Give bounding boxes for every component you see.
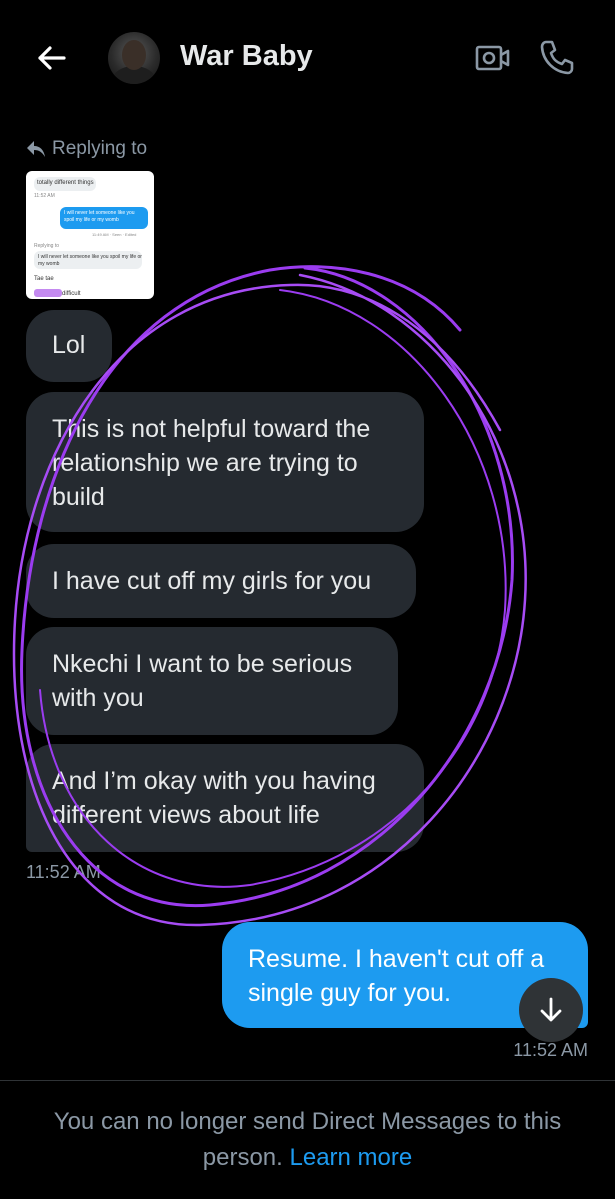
thumb-time1: 11:52 AM <box>34 193 55 199</box>
thumb-tae: Tae tae <box>34 276 54 282</box>
thumb-line1: totally different things <box>37 180 94 186</box>
replied-message-thumbnail[interactable]: totally different things 11:52 AM I will… <box>26 171 154 299</box>
learn-more-link[interactable]: Learn more <box>290 1144 413 1171</box>
arrow-left-icon <box>38 46 66 70</box>
message-timestamp: 11:52 AM <box>26 862 101 882</box>
message-bubble[interactable]: I have cut off my girls for you <box>26 544 416 618</box>
message-bubble[interactable]: Nkechi I want to be serious with you <box>26 627 398 735</box>
thumb-difficult: difficult <box>62 291 81 297</box>
reply-arrow-icon <box>27 141 45 157</box>
thumb-blue1: I will never let someone like you spoil … <box>64 210 135 223</box>
arrow-down-icon <box>540 997 562 1022</box>
dm-disabled-notice: You can no longer send Direct Messages t… <box>30 1104 585 1176</box>
message-bubble[interactable]: And I’m okay with you having different v… <box>26 744 424 852</box>
thumb-meta: 11:49 AM · Seen · Edited <box>92 232 137 237</box>
video-call-button[interactable] <box>474 40 510 76</box>
back-button[interactable] <box>34 40 70 76</box>
message-bubble[interactable]: Lol <box>26 310 112 382</box>
replying-to-label: Replying to <box>26 138 147 160</box>
thumb-quote: I will never let someone like you spoil … <box>38 254 142 267</box>
sent-message-timestamp: 11:52 AM <box>513 1040 588 1060</box>
avatar[interactable] <box>108 32 160 84</box>
composer-divider <box>0 1080 615 1081</box>
conversation-header: War Baby <box>0 0 615 118</box>
conversation-title[interactable]: War Baby <box>180 40 313 73</box>
voice-call-button[interactable] <box>538 38 576 76</box>
thumb-replying: Replying to <box>34 243 60 249</box>
message-bubble[interactable]: This is not helpful toward the relations… <box>26 392 424 532</box>
video-camera-icon <box>475 45 510 71</box>
scroll-to-bottom-button[interactable] <box>519 978 583 1042</box>
phone-icon <box>540 40 574 75</box>
replying-to-text: Replying to <box>52 138 148 159</box>
